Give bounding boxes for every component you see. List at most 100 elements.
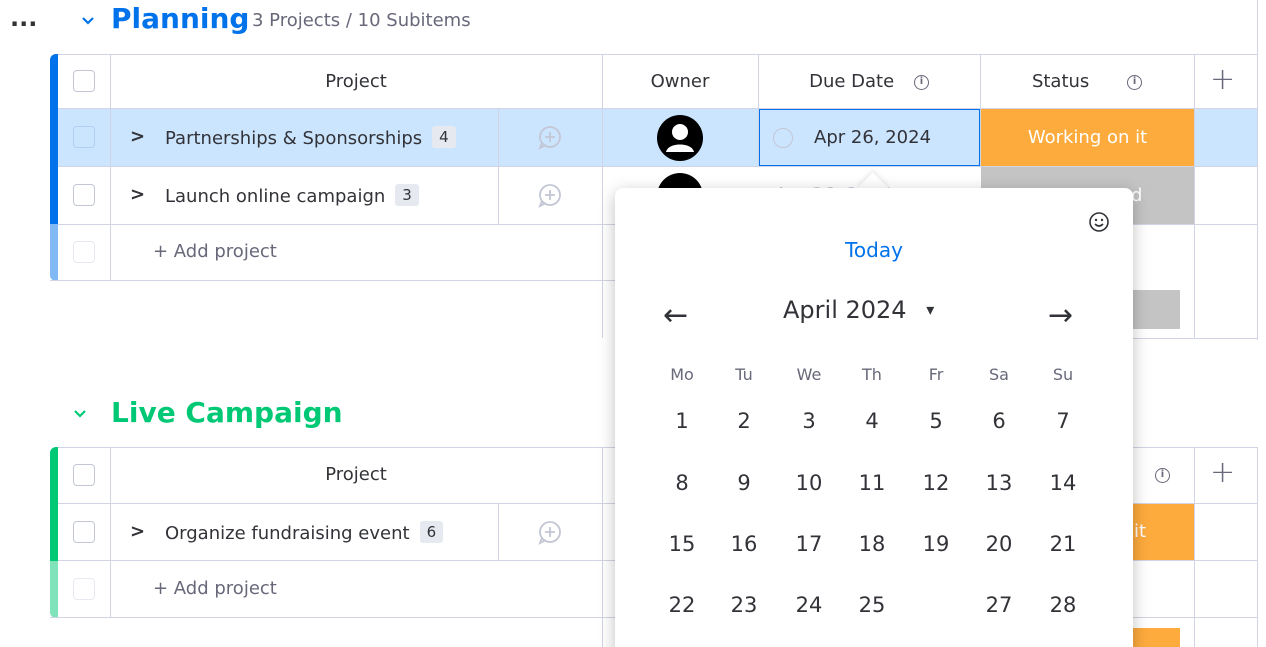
calendar-day-selected[interactable]: 26 (906, 575, 966, 635)
add-update-icon[interactable] (537, 519, 563, 545)
calendar-day[interactable]: 28 (1033, 575, 1093, 635)
group-menu-icon[interactable]: ... (10, 4, 37, 32)
project-name[interactable]: Organize fundraising event 6 (165, 521, 444, 544)
divider (498, 108, 499, 224)
group-title[interactable]: Planning (111, 2, 249, 35)
caret-down-icon: ▾ (926, 300, 935, 319)
today-button[interactable]: Today (615, 238, 1133, 262)
calendar-day[interactable]: 23 (714, 575, 774, 635)
column-header-status[interactable]: Status i (980, 54, 1194, 110)
calendar-day[interactable]: 4 (842, 391, 902, 451)
calendar-day[interactable]: 6 (969, 391, 1029, 451)
column-header-due-date[interactable]: Due Date i (758, 54, 980, 110)
calendar-day[interactable]: 10 (779, 453, 839, 513)
owner-avatar[interactable] (657, 115, 703, 161)
subitem-count-badge: 4 (432, 126, 456, 148)
calendar-day-number: 14 (1049, 471, 1077, 495)
calendar-day-number: 7 (1056, 409, 1070, 433)
calendar-day-number: 10 (795, 471, 823, 495)
calendar-day[interactable]: 11 (842, 453, 902, 513)
add-update-icon[interactable] (537, 124, 563, 150)
calendar-day[interactable]: 19 (906, 514, 966, 574)
calendar-day[interactable]: 25 (842, 575, 902, 635)
weekday-label: Sa (989, 365, 1009, 384)
project-name-text: Partnerships & Sponsorships (165, 128, 423, 149)
calendar-day[interactable]: 24 (779, 575, 839, 635)
calendar-day-number: 6 (992, 409, 1006, 433)
calendar-day[interactable]: 8 (652, 453, 712, 513)
weekday-label: Fr (928, 365, 944, 384)
column-header-project[interactable]: Project (110, 447, 602, 503)
calendar-day[interactable]: 2 (714, 391, 774, 451)
calendar-day-number: 12 (922, 471, 950, 495)
group-color-bar-light (50, 224, 58, 281)
calendar-day-number: 2 (737, 409, 751, 433)
group-title[interactable]: Live Campaign (111, 396, 343, 429)
calendar-day[interactable]: 27 (969, 575, 1029, 635)
emoji-smile-icon[interactable] (1088, 211, 1110, 233)
column-header-owner[interactable]: Owner (602, 54, 758, 110)
chevron-right-icon[interactable]: > (130, 521, 145, 542)
calendar-day[interactable]: 3 (779, 391, 839, 451)
calendar-day[interactable]: 18 (842, 514, 902, 574)
weekday-label: We (796, 365, 822, 384)
calendar-day-number: 4 (865, 409, 879, 433)
due-date-value[interactable]: Apr 26, 2024 (814, 127, 931, 148)
add-project-input[interactable]: + Add project (153, 241, 277, 262)
add-update-icon[interactable] (537, 182, 563, 208)
date-done-circle[interactable] (773, 128, 793, 148)
weekday-label: Mo (670, 365, 694, 384)
info-icon[interactable]: i (913, 74, 929, 90)
calendar-day-number: 15 (668, 532, 696, 556)
calendar-day[interactable]: 14 (1033, 453, 1093, 513)
divider (1133, 338, 1258, 339)
status-summary-bar (1133, 290, 1180, 329)
select-all-checkbox[interactable] (73, 464, 95, 486)
calendar-day[interactable]: 21 (1033, 514, 1093, 574)
calendar-day[interactable]: 7 (1033, 391, 1093, 451)
row-checkbox (73, 241, 95, 263)
status-summary-bar (1133, 628, 1180, 647)
column-header-project[interactable]: Project (110, 54, 602, 110)
chevron-right-icon[interactable]: > (130, 184, 145, 205)
calendar-day[interactable]: 13 (969, 453, 1029, 513)
calendar-day[interactable]: 5 (906, 391, 966, 451)
calendar-day[interactable]: 20 (969, 514, 1029, 574)
calendar-day[interactable]: 9 (714, 453, 774, 513)
row-checkbox[interactable] (73, 126, 95, 148)
project-name-text: Launch online campaign (165, 186, 386, 207)
calendar-day-number: 11 (858, 471, 886, 495)
divider (50, 280, 620, 281)
add-column-button[interactable]: + (1210, 62, 1235, 97)
chevron-down-icon[interactable] (72, 406, 88, 422)
row-checkbox[interactable] (73, 184, 95, 206)
project-name[interactable]: Partnerships & Sponsorships 4 (165, 126, 456, 149)
select-all-checkbox[interactable] (73, 70, 95, 92)
project-name[interactable]: Launch online campaign 3 (165, 184, 419, 207)
chevron-down-icon[interactable] (80, 13, 96, 29)
calendar-day-number: 16 (730, 532, 758, 556)
add-column-button[interactable]: + (1210, 455, 1235, 490)
calendar-day[interactable]: 15 (652, 514, 712, 574)
calendar-day-number: 19 (922, 532, 950, 556)
weekday-label: Th (862, 365, 882, 384)
status-cell[interactable]: Working on it (981, 109, 1194, 166)
row-checkbox[interactable] (73, 521, 95, 543)
chevron-right-icon[interactable]: > (130, 126, 145, 147)
calendar-day[interactable]: 1 (652, 391, 712, 451)
calendar-day-number: 28 (1049, 593, 1077, 617)
add-project-input[interactable]: + Add project (153, 578, 277, 599)
calendar-day[interactable]: 17 (779, 514, 839, 574)
prev-month-button[interactable]: ← (663, 298, 688, 333)
calendar-day[interactable]: 16 (714, 514, 774, 574)
calendar-day-number: 8 (675, 471, 689, 495)
month-year-selector[interactable]: April 2024 ▾ (783, 296, 934, 324)
divider (602, 447, 603, 647)
next-month-button[interactable]: → (1048, 298, 1073, 333)
column-header-label: Due Date (809, 71, 895, 92)
info-icon[interactable]: i (1155, 468, 1170, 483)
info-icon[interactable]: i (1127, 74, 1143, 90)
calendar-day[interactable]: 12 (906, 453, 966, 513)
calendar-day-number: 24 (795, 593, 823, 617)
calendar-day[interactable]: 22 (652, 575, 712, 635)
